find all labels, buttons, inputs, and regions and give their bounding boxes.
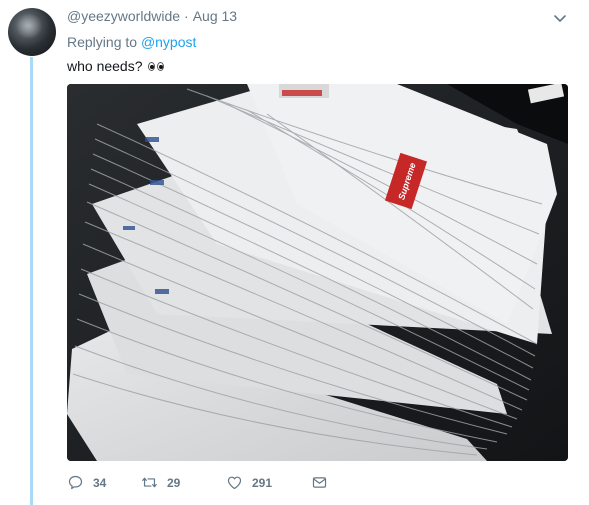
reply-count: 34 [93, 475, 107, 490]
tweet-text: who needs? [67, 58, 164, 74]
tweet-header: @yeezyworldwide · Aug 13 [67, 8, 237, 24]
user-handle[interactable]: @yeezyworldwide [67, 8, 180, 24]
tweet-date[interactable]: Aug 13 [193, 8, 237, 24]
heart-icon [227, 476, 242, 490]
eyes-emoji-icon [147, 61, 164, 71]
retweet-icon [142, 477, 157, 488]
replying-to: Replying to @nypost [67, 34, 196, 50]
reply-icon [68, 475, 83, 490]
tweet-media-photo[interactable]: Supreme [67, 84, 568, 461]
like-count: 291 [252, 475, 273, 490]
reply-button[interactable]: 34 [67, 474, 131, 491]
direct-message-button[interactable] [311, 474, 331, 491]
envelope-icon [312, 477, 327, 488]
like-button[interactable]: 291 [226, 474, 311, 491]
replying-to-label: Replying to [67, 34, 138, 50]
replying-to-user-link[interactable]: @nypost [141, 34, 196, 50]
separator: · [184, 8, 189, 24]
tweet-body: who needs? [67, 58, 143, 74]
newspaper-stack-image: Supreme [67, 84, 568, 461]
avatar[interactable] [8, 8, 56, 56]
retweet-button[interactable]: 29 [141, 474, 226, 491]
chevron-down-icon[interactable] [552, 10, 568, 26]
retweet-count: 29 [167, 475, 181, 490]
tweet-actions: 34 29 291 [67, 474, 331, 491]
thread-line [30, 57, 33, 505]
